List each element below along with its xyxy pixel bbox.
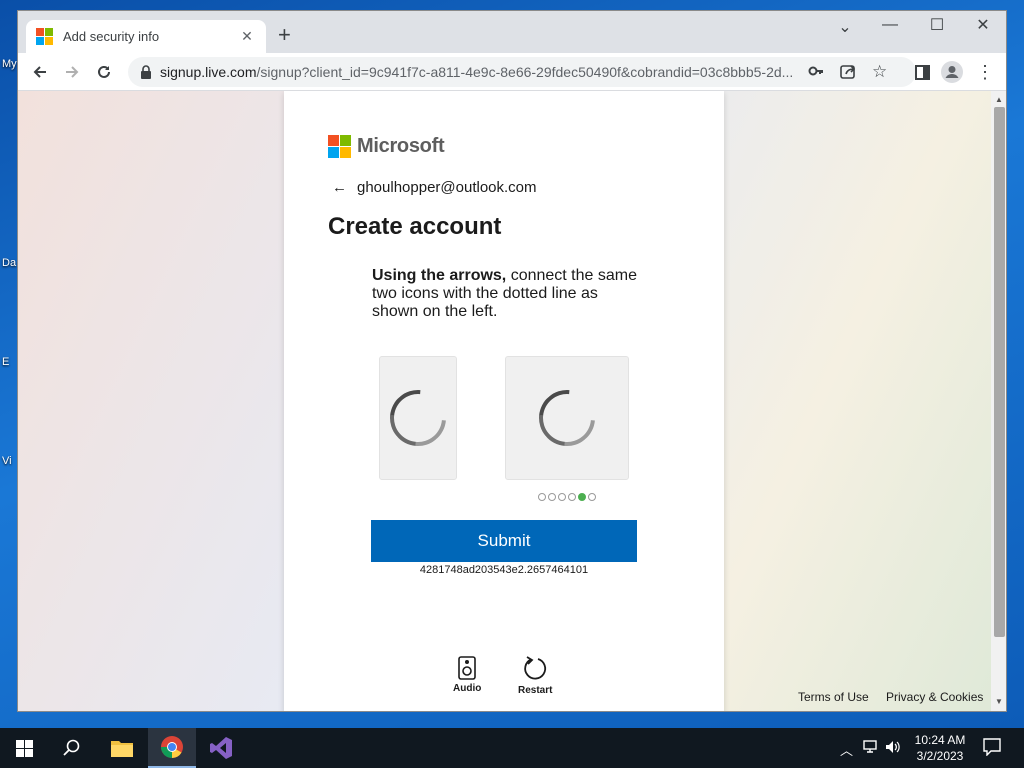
windows-icon[interactable]: [0, 728, 48, 768]
profile-icon[interactable]: [941, 61, 963, 83]
close-tab-icon[interactable]: ✕: [238, 28, 256, 45]
star-icon[interactable]: ☆: [872, 62, 887, 82]
desktop-label[interactable]: Da: [2, 257, 16, 269]
desktop-label[interactable]: Vi: [2, 455, 12, 467]
desktop-label[interactable]: My: [2, 58, 17, 70]
tab-title: Add security info: [63, 29, 160, 44]
submit-button[interactable]: Submit: [371, 520, 637, 562]
forward-icon[interactable]: [61, 61, 83, 83]
page-viewport: Microsoft ← ghoulhopper@outlook.com Crea…: [18, 91, 991, 711]
back-icon[interactable]: [29, 61, 51, 83]
show-hidden-icons-icon[interactable]: ︿: [840, 740, 853, 759]
address-bar[interactable]: signup.live.com/signup?client_id=9c941f7…: [128, 57, 916, 87]
progress-dot: [548, 493, 556, 501]
identity-email: ghoulhopper@outlook.com: [357, 179, 537, 196]
progress-dot: [578, 493, 586, 501]
browser-window: Add security info ✕ + ⌄ — ☐ ✕ signup.liv…: [17, 10, 1007, 712]
url-text: signup.live.com/signup?client_id=9c941f7…: [160, 64, 800, 80]
clock-date: 3/2/2023: [916, 749, 964, 763]
tab-strip: Add security info ✕ + ⌄ — ☐ ✕: [18, 11, 1006, 53]
speaker-icon: [458, 656, 476, 680]
minimize-icon[interactable]: —: [875, 16, 905, 34]
scroll-thumb[interactable]: [994, 107, 1005, 637]
captcha-instruction: Using the arrows, connect the same two i…: [372, 267, 642, 321]
progress-dot: [568, 493, 576, 501]
restart-icon: [524, 656, 547, 680]
close-window-icon[interactable]: ✕: [968, 15, 998, 35]
url-host: signup.live.com: [160, 64, 257, 80]
scroll-down-icon[interactable]: ▼: [995, 697, 1003, 706]
scrollbar[interactable]: ▲ ▼: [991, 91, 1006, 711]
tab-search-icon[interactable]: ⌄: [830, 17, 860, 37]
restart-label: Restart: [518, 685, 553, 696]
brand-name: Microsoft: [357, 135, 445, 157]
clock-time: 10:24 AM: [914, 733, 966, 747]
maximize-icon[interactable]: ☐: [922, 15, 952, 35]
terms-link[interactable]: Terms of Use: [798, 690, 869, 704]
captcha-challenge: Using the arrows, connect the same two i…: [354, 251, 654, 651]
url-path: /signup?client_id=9c941f7c-a811-4e9c-8e6…: [256, 64, 794, 80]
reload-icon[interactable]: [93, 61, 115, 83]
tab-add-security-info[interactable]: Add security info ✕: [26, 20, 266, 53]
visual-studio-icon[interactable]: [197, 728, 245, 768]
page-title: Create account: [328, 213, 502, 240]
chrome-icon[interactable]: [148, 728, 196, 768]
menu-icon[interactable]: ⋮: [974, 61, 996, 83]
instruction-emphasis: Using the arrows,: [372, 267, 507, 284]
new-tab-button[interactable]: +: [278, 24, 291, 46]
audio-label: Audio: [453, 683, 482, 694]
microsoft-logo-icon: [328, 135, 351, 158]
captcha-reference-image: [378, 356, 458, 480]
sidebar-icon[interactable]: [911, 61, 933, 83]
audio-button[interactable]: Audio: [453, 656, 481, 694]
progress-dot: [538, 493, 546, 501]
key-icon[interactable]: [808, 63, 824, 84]
microsoft-favicon-icon: [36, 28, 53, 45]
progress-dot: [588, 493, 596, 501]
taskbar: ︿ 10:24 AM 3/2/2023: [0, 728, 1024, 768]
volume-icon[interactable]: [885, 740, 901, 757]
identity-row: ← ghoulhopper@outlook.com: [332, 179, 537, 196]
microsoft-logo: Microsoft: [328, 135, 445, 158]
progress-dot: [558, 493, 566, 501]
lock-icon: [141, 65, 151, 79]
desktop-label[interactable]: E: [2, 356, 9, 368]
restart-button[interactable]: Restart: [518, 656, 552, 696]
captcha-answer-image[interactable]: [505, 356, 629, 480]
folder-icon[interactable]: [98, 728, 146, 768]
notification-icon[interactable]: [983, 738, 1001, 759]
scroll-up-icon[interactable]: ▲: [995, 95, 1003, 104]
share-icon[interactable]: [840, 63, 857, 84]
session-id: 4281748ad203543e2.2657464101: [419, 564, 589, 576]
privacy-link[interactable]: Privacy & Cookies: [886, 690, 983, 704]
clock[interactable]: 10:24 AM 3/2/2023: [900, 732, 980, 764]
search-icon[interactable]: [48, 728, 96, 768]
back-arrow-icon[interactable]: ←: [332, 179, 347, 196]
spinner-icon: [378, 378, 458, 458]
spinner-icon: [527, 378, 607, 458]
browser-toolbar: signup.live.com/signup?client_id=9c941f7…: [18, 53, 1006, 91]
network-icon[interactable]: [863, 740, 879, 757]
signup-card: Microsoft ← ghoulhopper@outlook.com Crea…: [284, 91, 724, 711]
progress-dots: [538, 493, 596, 501]
